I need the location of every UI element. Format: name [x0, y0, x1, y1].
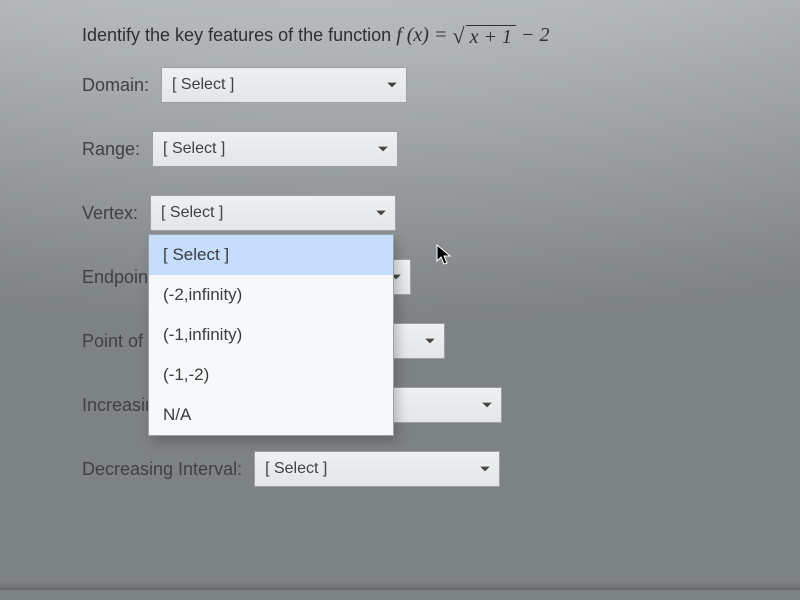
function-fx: f (x)	[396, 24, 429, 46]
vertex-select[interactable]: [ Select ]	[150, 195, 396, 231]
prompt-tail: − 2	[521, 24, 550, 46]
equals-sign: =	[434, 24, 453, 46]
range-select[interactable]: [ Select ]	[152, 131, 398, 167]
range-label: Range:	[82, 139, 140, 160]
vertex-option[interactable]: [ Select ]	[149, 235, 393, 275]
vertex-option[interactable]: (-2,infinity)	[149, 275, 393, 315]
vertex-option[interactable]: N/A	[149, 395, 393, 435]
bottom-shadow	[0, 582, 800, 590]
chevron-down-icon	[479, 463, 491, 475]
decreasing-row: Decreasing Interval: [ Select ]	[82, 451, 752, 487]
question-prompt: Identify the key features of the functio…	[82, 24, 752, 49]
domain-label: Domain:	[82, 75, 149, 96]
decreasing-label: Decreasing Interval:	[82, 459, 242, 480]
chevron-down-icon	[386, 79, 398, 91]
square-root-expression: √ x + 1	[452, 25, 515, 49]
radical-icon: √	[452, 25, 465, 47]
vertex-dropdown[interactable]: [ Select ] (-2,infinity) (-1,infinity) (…	[148, 234, 394, 436]
endpoint-label: Endpoint	[82, 267, 153, 288]
decreasing-select-value: [ Select ]	[265, 460, 327, 478]
point-of-label: Point of	[82, 331, 143, 352]
chevron-down-icon	[481, 399, 493, 411]
vertex-option[interactable]: (-1,infinity)	[149, 315, 393, 355]
vertex-option[interactable]: (-1,-2)	[149, 355, 393, 395]
decreasing-select[interactable]: [ Select ]	[254, 451, 500, 487]
range-row: Range: [ Select ]	[82, 131, 752, 167]
prompt-lead: Identify the key features of the functio…	[82, 25, 396, 45]
chevron-down-icon	[377, 143, 389, 155]
vertex-label: Vertex:	[82, 203, 138, 224]
domain-select[interactable]: [ Select ]	[161, 67, 407, 103]
radicand: x + 1	[466, 25, 516, 49]
chevron-down-icon	[375, 207, 387, 219]
domain-row: Domain: [ Select ]	[82, 67, 752, 103]
vertex-select-value: [ Select ]	[161, 204, 223, 222]
vertex-row: Vertex: [ Select ]	[82, 195, 752, 231]
chevron-down-icon	[424, 335, 436, 347]
range-select-value: [ Select ]	[163, 140, 225, 158]
domain-select-value: [ Select ]	[172, 76, 234, 94]
